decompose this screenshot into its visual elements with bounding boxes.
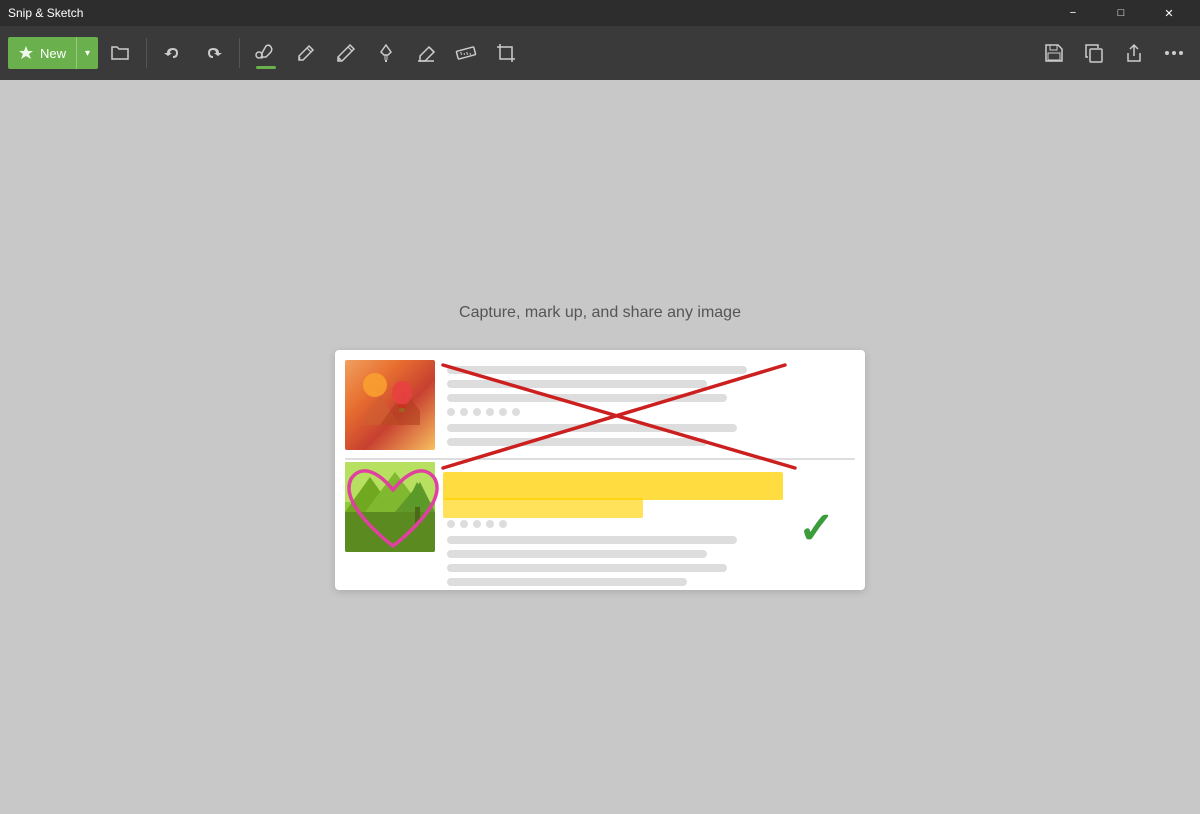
separator-line	[345, 458, 855, 460]
touch-writing-button[interactable]	[248, 35, 284, 71]
copy-icon	[1084, 43, 1104, 63]
maximize-button[interactable]: □	[1098, 0, 1144, 26]
main-canvas: Capture, mark up, and share any image	[0, 80, 1200, 814]
redo-button[interactable]	[195, 35, 231, 71]
app-title: Snip & Sketch	[8, 6, 83, 20]
content-line	[447, 438, 707, 446]
dot	[473, 520, 481, 528]
title-bar-left: Snip & Sketch	[8, 6, 83, 20]
dot	[460, 408, 468, 416]
dot-row	[447, 408, 520, 416]
new-button[interactable]: New ▾	[8, 37, 98, 69]
more-options-button[interactable]	[1156, 35, 1192, 71]
ballpoint-pen-icon	[295, 42, 317, 64]
dot	[473, 408, 481, 416]
dot	[486, 408, 494, 416]
content-line	[447, 380, 707, 388]
new-button-main: New	[8, 45, 76, 61]
green-checkmark: ✓	[798, 503, 835, 554]
content-line	[447, 550, 707, 558]
dot	[460, 520, 468, 528]
image-bottom	[345, 462, 435, 552]
illustration-card: ✓	[335, 350, 865, 590]
dot	[499, 520, 507, 528]
content-line	[447, 578, 687, 586]
content-line	[447, 536, 737, 544]
pencil-button[interactable]	[328, 35, 364, 71]
content-line	[447, 564, 727, 572]
minimize-button[interactable]: −	[1050, 0, 1096, 26]
folder-icon	[110, 44, 130, 62]
highlighter-button[interactable]	[368, 35, 404, 71]
ballpoint-pen-button[interactable]	[288, 35, 324, 71]
balloon-scene	[360, 365, 420, 440]
undo-button[interactable]	[155, 35, 191, 71]
copy-button[interactable]	[1076, 35, 1112, 71]
eraser-button[interactable]	[408, 35, 444, 71]
dot-row-2	[447, 520, 507, 528]
crop-button[interactable]	[488, 35, 524, 71]
title-bar-controls: − □ ✕	[1050, 0, 1192, 26]
dot	[512, 408, 520, 416]
pencil-icon	[335, 42, 357, 64]
new-icon	[18, 45, 34, 61]
yellow-highlight	[443, 472, 783, 500]
touch-writing-icon	[255, 42, 277, 64]
new-button-arrow[interactable]: ▾	[76, 37, 98, 69]
yellow-highlight-2	[443, 498, 643, 518]
share-icon	[1124, 43, 1144, 63]
eraser-icon	[415, 42, 437, 64]
toolbar-separator	[146, 38, 147, 68]
dot	[447, 408, 455, 416]
landscape-scene	[345, 462, 435, 552]
dot	[486, 520, 494, 528]
close-button[interactable]: ✕	[1146, 0, 1192, 26]
toolbar-right	[1036, 35, 1192, 71]
toolbar: New ▾	[0, 26, 1200, 80]
ruler-icon	[455, 42, 477, 64]
undo-icon	[164, 44, 182, 62]
highlighter-icon	[375, 42, 397, 64]
dot	[447, 520, 455, 528]
share-button[interactable]	[1116, 35, 1152, 71]
tagline: Capture, mark up, and share any image	[459, 304, 741, 322]
open-folder-button[interactable]	[102, 35, 138, 71]
redo-icon	[204, 44, 222, 62]
content-line	[447, 366, 747, 374]
save-icon	[1044, 43, 1064, 63]
title-bar: Snip & Sketch − □ ✕	[0, 0, 1200, 26]
content-line	[447, 394, 727, 402]
more-icon	[1164, 50, 1184, 56]
crop-icon	[495, 42, 517, 64]
content-line	[447, 424, 737, 432]
toolbar-separator-2	[239, 38, 240, 68]
image-top	[345, 360, 435, 450]
save-button[interactable]	[1036, 35, 1072, 71]
dot	[499, 408, 507, 416]
ruler-button[interactable]	[448, 35, 484, 71]
